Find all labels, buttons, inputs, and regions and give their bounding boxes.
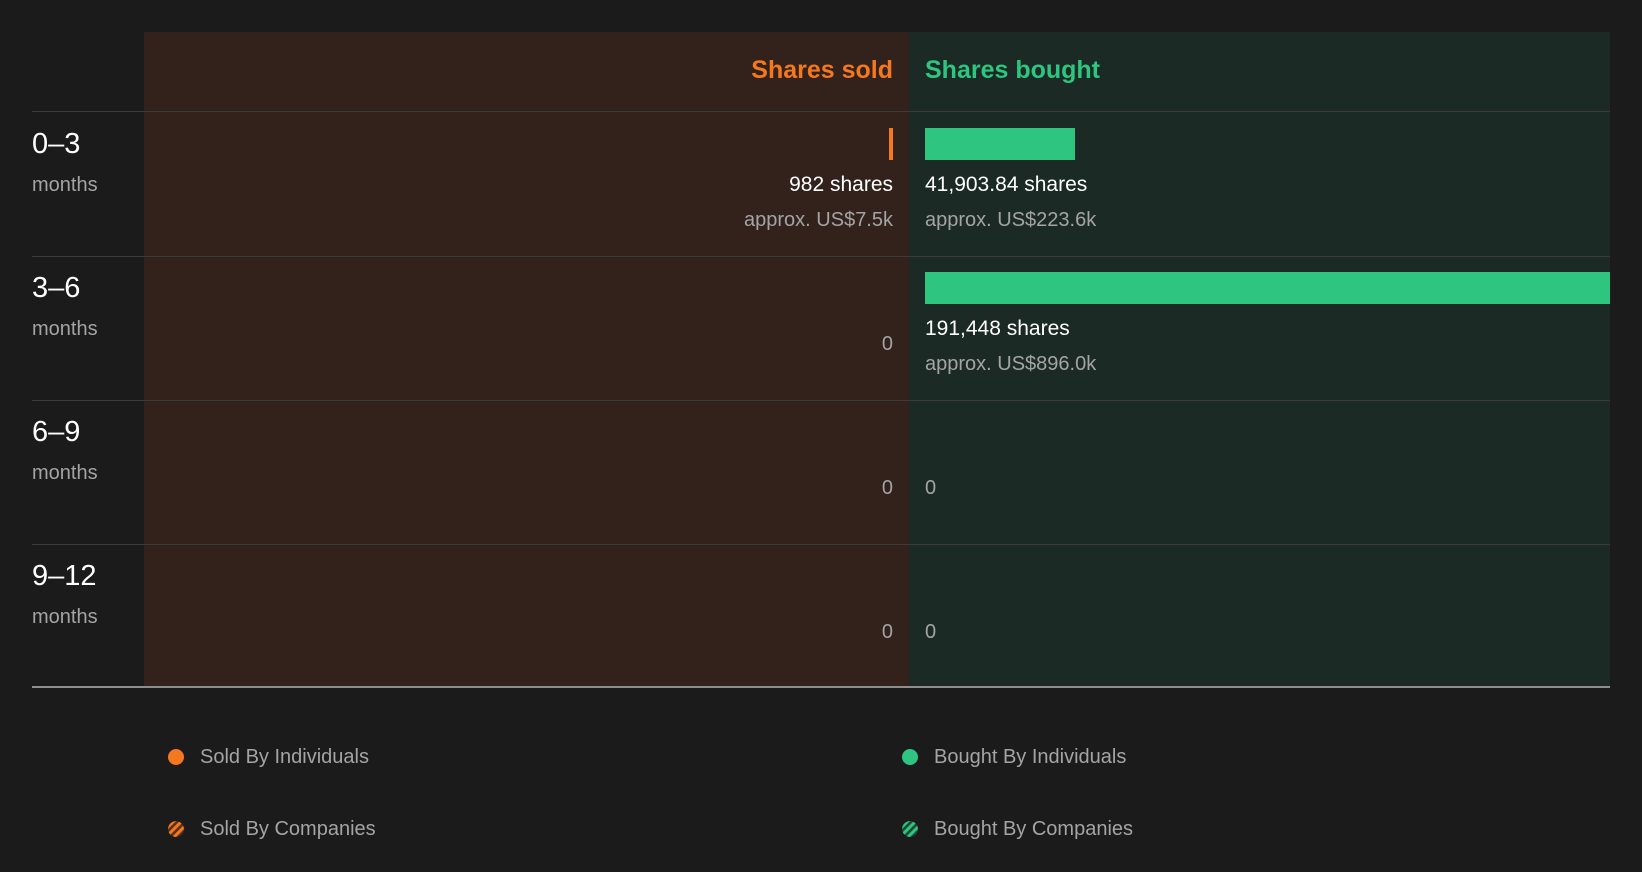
- shares-bought-header: Shares bought: [925, 56, 1101, 84]
- period-unit-label: months: [32, 462, 98, 484]
- chart-row: 6–9 months 0 0: [0, 400, 1642, 544]
- period-range-label: 9–12: [32, 560, 97, 592]
- bought-shares-label: 41,903.84 shares: [925, 173, 1088, 196]
- period-unit-label: months: [32, 606, 98, 628]
- bought-bar: [925, 272, 1610, 304]
- legend-label: Bought By Individuals: [934, 746, 1127, 768]
- period-range-label: 0–3: [32, 128, 81, 160]
- bought-zero-label: 0: [925, 477, 937, 499]
- sold-zero-label: 0: [881, 333, 893, 355]
- chart-row: 9–12 months 0 0: [0, 544, 1642, 688]
- sold-value-label: approx. US$7.5k: [744, 209, 893, 231]
- period-range-label: 3–6: [32, 272, 81, 304]
- sold-zero-label: 0: [881, 621, 893, 643]
- legend-label: Sold By Individuals: [200, 746, 369, 768]
- green-hatched-dot-icon: [902, 821, 918, 837]
- chart-row: 0–3 months 982 shares approx. US$7.5k 41,903…: [0, 112, 1642, 256]
- bought-value-label: approx. US$223.6k: [925, 209, 1097, 231]
- chart-row: 3–6 months 0 191,448 shares approx. US$896.0…: [0, 256, 1642, 400]
- shares-sold-header: Shares sold: [751, 56, 893, 84]
- legend-item: Bought By Companies: [902, 814, 1133, 844]
- bought-zero-label: 0: [925, 621, 937, 643]
- legend-label: Sold By Companies: [200, 818, 376, 840]
- bought-value-label: approx. US$896.0k: [925, 353, 1097, 375]
- orange-dot-icon: [168, 749, 184, 765]
- bought-shares-label: 191,448 shares: [925, 317, 1070, 340]
- legend-item: Bought By Individuals: [902, 742, 1126, 772]
- bought-bar: [925, 128, 1075, 160]
- insider-trading-chart: Shares sold Shares bought 0–3 months 982 s…: [0, 0, 1642, 690]
- period-unit-label: months: [32, 174, 98, 196]
- orange-hatched-dot-icon: [168, 821, 184, 837]
- period-range-label: 6–9: [32, 416, 81, 448]
- legend-item: Sold By Companies: [168, 814, 376, 844]
- legend-label: Bought By Companies: [934, 818, 1134, 840]
- legend-item: Sold By Individuals: [168, 742, 369, 772]
- green-dot-icon: [902, 749, 918, 765]
- period-unit-label: months: [32, 318, 98, 340]
- sold-shares-label: 982 shares: [789, 173, 893, 196]
- sold-bar: [889, 128, 893, 160]
- sold-zero-label: 0: [881, 477, 893, 499]
